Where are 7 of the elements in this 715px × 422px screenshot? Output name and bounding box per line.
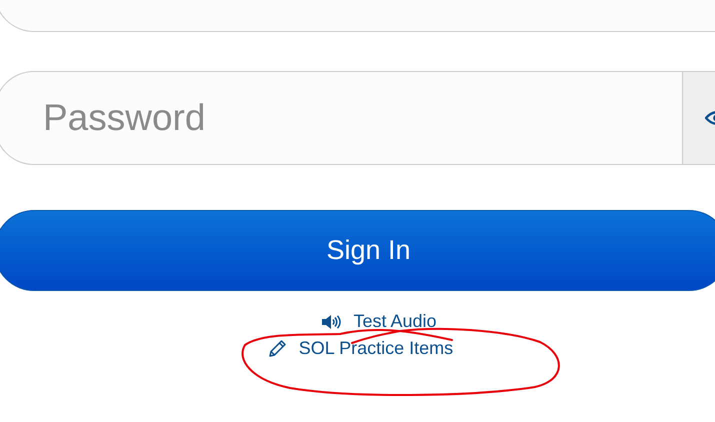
- speaker-icon: [322, 314, 342, 328]
- sign-in-button[interactable]: Sign In: [0, 210, 715, 291]
- pencil-icon: [268, 339, 287, 358]
- password-field[interactable]: Password: [0, 71, 683, 165]
- practice-items-link[interactable]: SOL Practice Items: [298, 338, 454, 359]
- test-audio-link[interactable]: Test Audio: [353, 311, 437, 332]
- password-field[interactable]: Password: [41, 96, 682, 140]
